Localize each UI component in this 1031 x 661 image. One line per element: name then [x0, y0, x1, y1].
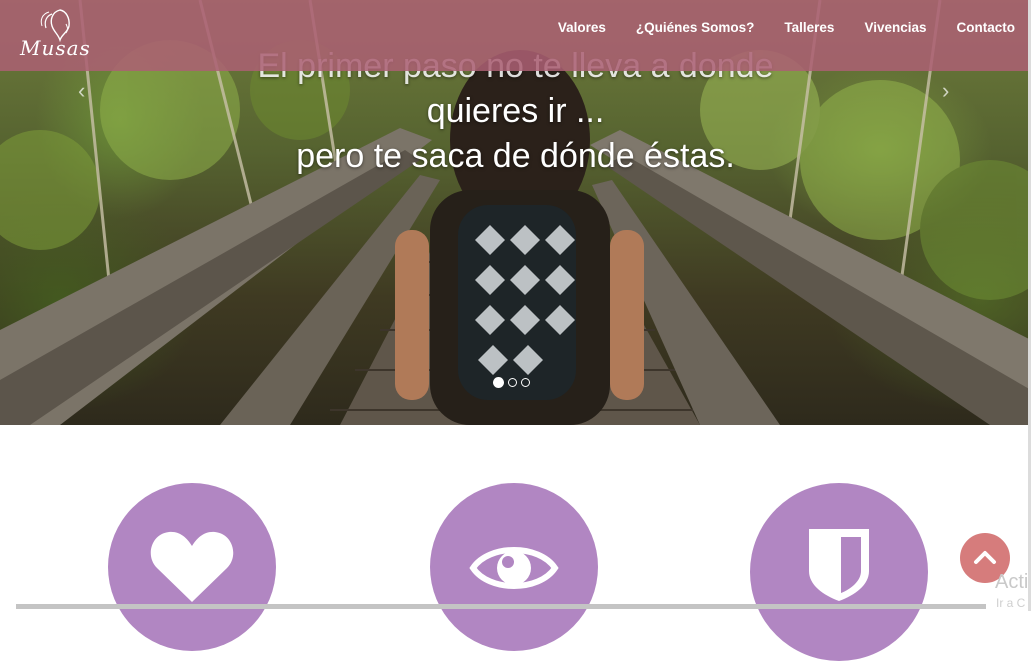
slider-dot-1[interactable] — [493, 377, 504, 388]
chevron-right-icon[interactable]: › — [942, 78, 949, 104]
nav-item-quienes-somos[interactable]: ¿Quiénes Somos? — [636, 20, 755, 35]
brand-name: Musas — [20, 36, 91, 60]
horizontal-scrollbar[interactable] — [16, 604, 986, 609]
slide-caption-line3: pero te saca de dónde éstas. — [296, 137, 735, 175]
slider-indicators — [493, 377, 530, 388]
activation-watermark: Activ — [995, 571, 1031, 593]
main-nav: Valores ¿Quiénes Somos? Talleres Vivenci… — [528, 0, 1015, 54]
nav-item-contacto[interactable]: Contacto — [957, 20, 1016, 35]
activation-watermark-sub: Ir a C — [996, 596, 1026, 610]
feature-heart — [108, 483, 276, 651]
nav-item-valores[interactable]: Valores — [558, 20, 606, 35]
chevron-up-icon — [974, 551, 996, 564]
heart-icon — [150, 531, 234, 602]
chevron-left-icon[interactable]: ‹ — [78, 78, 85, 104]
feature-eye — [430, 483, 598, 651]
eye-icon — [469, 547, 559, 589]
feature-shield — [750, 483, 928, 661]
top-navbar: Musas Valores ¿Quiénes Somos? Talleres V… — [0, 0, 1031, 71]
slide-caption-line2: quieres ir ... — [426, 92, 605, 130]
slider-dot-2[interactable] — [508, 378, 517, 387]
shield-icon — [809, 529, 869, 601]
slider-dot-3[interactable] — [521, 378, 530, 387]
nav-item-vivencias[interactable]: Vivencias — [864, 20, 926, 35]
nav-item-talleres[interactable]: Talleres — [784, 20, 834, 35]
